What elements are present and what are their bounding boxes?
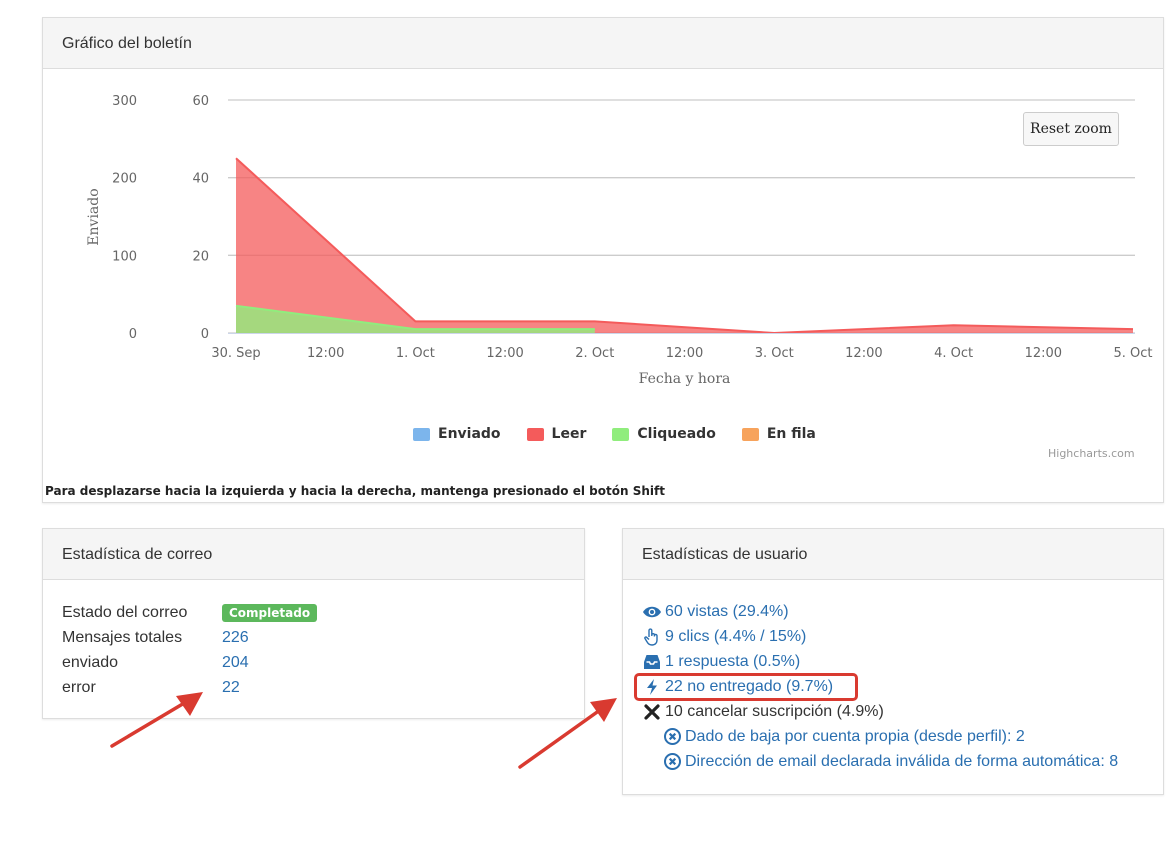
eye-icon xyxy=(641,605,663,619)
reset-zoom-button[interactable]: Reset zoom xyxy=(1023,112,1119,146)
mail-total-link[interactable]: 226 xyxy=(222,629,249,647)
mail-label: Estado del correo xyxy=(62,603,188,621)
mail-row-sent: enviado 204 xyxy=(62,650,317,675)
mail-label: error xyxy=(62,678,96,696)
legend-label: En fila xyxy=(766,426,816,442)
x-tick-label: 12:00 xyxy=(845,346,882,361)
mail-error-link[interactable]: 22 xyxy=(222,679,240,697)
series-area-leer xyxy=(236,158,1133,333)
y-axis-title-enviado: Enviado xyxy=(86,188,102,245)
y-tick-label-left-axis: 300 xyxy=(112,94,137,109)
legend-swatch xyxy=(526,427,544,441)
x-tick-label: 12:00 xyxy=(666,346,703,361)
replies-link[interactable]: 1 respuesta (0.5%) xyxy=(665,653,800,671)
mail-stats-list: Estado del correo Completado Mensajes to… xyxy=(62,600,318,700)
legend-item-enviado[interactable]: Enviado xyxy=(413,426,501,442)
legend-swatch xyxy=(741,427,759,441)
user-stats-panel: Estadísticas de usuario 60 vistas (29.4%… xyxy=(622,528,1164,795)
newsletter-chart-panel: Gráfico del boletín 0 20 40 60 0 100 200 300 Env… xyxy=(42,17,1164,503)
mail-label: enviado xyxy=(62,653,119,671)
bolt-icon xyxy=(641,678,663,696)
y-tick-label-right-axis: 40 xyxy=(192,172,209,187)
user-stats-title: Estadísticas de usuario xyxy=(623,529,1163,580)
user-stats-list: 60 vistas (29.4%) 9 clics (4.4% / 15%) 1… xyxy=(641,599,1118,774)
user-stat-undelivered: 22 no entregado (9.7%) xyxy=(641,674,1118,699)
chart-legend: Enviado Leer Cliqueado En fila xyxy=(413,426,816,442)
x-tick-label: 12:00 xyxy=(1025,346,1062,361)
x-tick-label: 4. Oct xyxy=(934,346,973,361)
user-stat-views: 60 vistas (29.4%) xyxy=(641,599,1118,624)
undelivered-link[interactable]: 22 no entregado (9.7%) xyxy=(665,678,833,696)
mail-stats-panel: Estadística de correo Estado del correo … xyxy=(42,528,585,719)
x-tick-label: 5. Oct xyxy=(1113,346,1152,361)
x-tick-label: 1. Oct xyxy=(396,346,435,361)
x-tick-label: 3. Oct xyxy=(755,346,794,361)
y-tick-label-left-axis: 100 xyxy=(112,249,137,264)
mail-row-total: Mensajes totales 226 xyxy=(62,625,317,650)
chart-panel-title: Gráfico del boletín xyxy=(43,18,1163,69)
highcharts-credits[interactable]: Highcharts.com xyxy=(1048,447,1135,460)
y-tick-label-right-axis: 20 xyxy=(192,249,209,264)
clicks-link[interactable]: 9 clics (4.4% / 15%) xyxy=(665,628,806,646)
user-stat-clicks: 9 clics (4.4% / 15%) xyxy=(641,624,1118,649)
mail-row-error: error 22 xyxy=(62,675,317,700)
y-tick-label-right-axis: 0 xyxy=(201,327,209,342)
legend-label: Cliqueado xyxy=(637,426,716,442)
user-stat-invalid-email: Dirección de email declarada inválida de… xyxy=(641,749,1118,774)
mail-label: Mensajes totales xyxy=(62,628,183,646)
scroll-hint: Para desplazarse hacia la izquierda y ha… xyxy=(45,484,665,498)
self-unsubscribe-link[interactable]: Dado de baja por cuenta propia (desde pe… xyxy=(685,728,1025,746)
user-stat-unsubscribe: 10 cancelar suscripción (4.9%) xyxy=(641,699,1118,724)
mail-stats-title: Estadística de correo xyxy=(43,529,584,580)
y-tick-label-right-axis: 60 xyxy=(192,94,209,109)
legend-item-cliqueado[interactable]: Cliqueado xyxy=(612,426,716,442)
y-tick-label-left-axis: 0 xyxy=(129,327,137,342)
inbox-icon xyxy=(641,654,663,670)
close-icon xyxy=(641,703,663,720)
unsubscribe-text: 10 cancelar suscripción (4.9%) xyxy=(665,702,884,720)
user-stat-replies: 1 respuesta (0.5%) xyxy=(641,649,1118,674)
x-tick-label: 12:00 xyxy=(486,346,523,361)
x-axis-title: Fecha y hora xyxy=(639,371,731,387)
invalid-email-link[interactable]: Dirección de email declarada inválida de… xyxy=(685,753,1118,771)
mail-sent-link[interactable]: 204 xyxy=(222,654,249,672)
legend-swatch xyxy=(612,427,630,441)
legend-label: Enviado xyxy=(438,426,501,442)
x-tick-label: 2. Oct xyxy=(575,346,614,361)
user-stat-self-unsubscribe: Dado de baja por cuenta propia (desde pe… xyxy=(641,724,1118,749)
legend-swatch xyxy=(413,427,430,441)
y-axis-title-leer: Leer y hacer clic xyxy=(167,158,183,277)
mail-row-status: Estado del correo Completado xyxy=(62,600,318,625)
status-badge: Completado xyxy=(222,603,318,622)
newsletter-area-chart[interactable]: 0 20 40 60 0 100 200 300 Enviado Leer y hacer cli… xyxy=(43,70,1161,420)
views-link[interactable]: 60 vistas (29.4%) xyxy=(665,603,789,621)
legend-item-en-fila[interactable]: En fila xyxy=(741,426,816,442)
x-tick-label: 12:00 xyxy=(307,346,344,361)
circle-x-icon xyxy=(661,753,683,770)
y-tick-label-left-axis: 200 xyxy=(112,172,137,187)
legend-item-leer[interactable]: Leer xyxy=(526,426,587,442)
hand-pointer-icon xyxy=(641,627,663,646)
circle-x-icon xyxy=(661,728,683,745)
x-tick-label: 30. Sep xyxy=(211,346,260,361)
legend-label: Leer xyxy=(551,426,587,442)
